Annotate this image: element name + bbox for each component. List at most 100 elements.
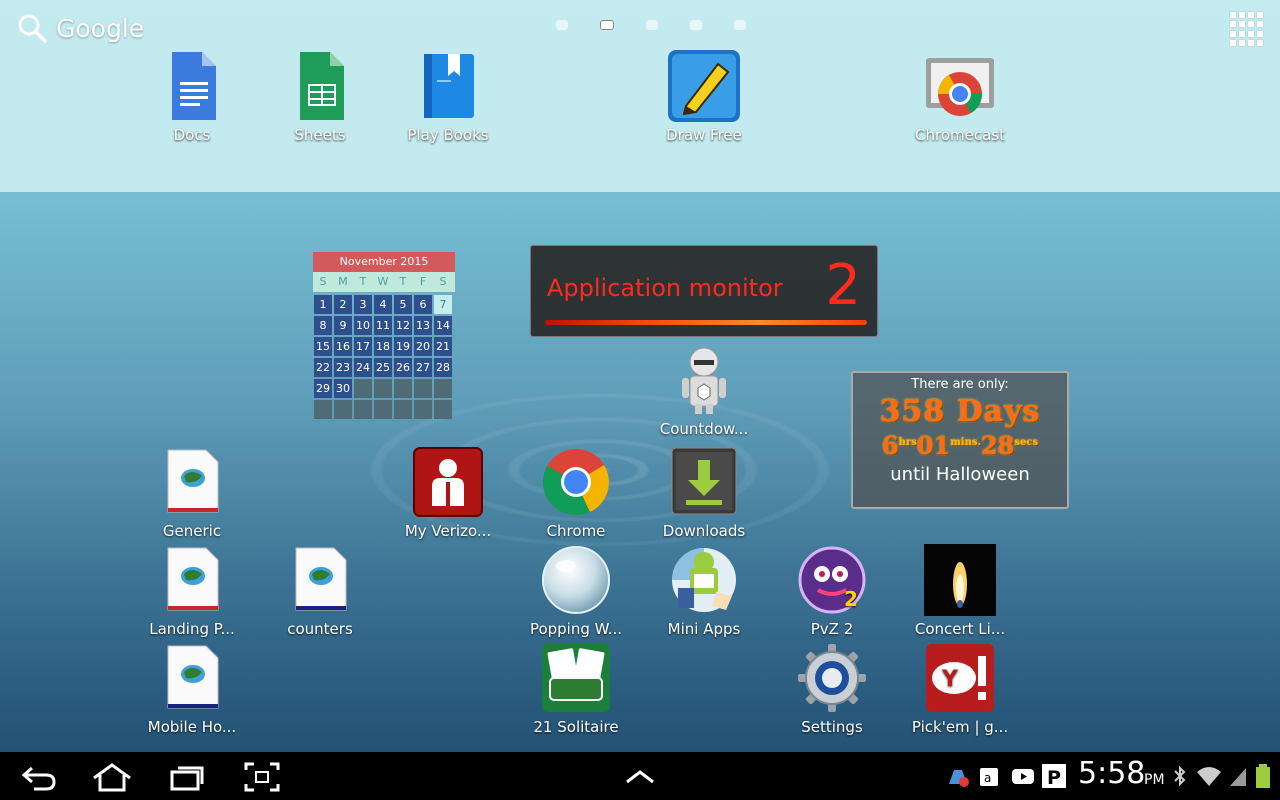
calendar-day[interactable]: 29 [314, 379, 332, 398]
youtube-icon[interactable] [1010, 764, 1036, 788]
calendar-day[interactable]: 21 [434, 337, 452, 356]
countdown-hours-unit: hrs [898, 437, 917, 448]
calendar-day[interactable]: 18 [374, 337, 392, 356]
app-label: Popping W... [529, 620, 623, 638]
app-pickem[interactable]: Y Pick'em | g... [896, 642, 1024, 736]
app-my-verizon[interactable]: My Verizo... [384, 446, 512, 540]
app-label: Concert Li... [914, 620, 1006, 638]
app-chromecast[interactable]: Chromecast [896, 50, 1024, 144]
calendar-day[interactable]: 23 [334, 358, 352, 377]
calendar-day[interactable]: 13 [414, 316, 432, 335]
calendar-day[interactable]: 28 [434, 358, 452, 377]
app-mini-apps[interactable]: Mini Apps [640, 544, 768, 638]
app-landing-page[interactable]: Landing P... [128, 544, 256, 638]
app-label: Settings [801, 718, 863, 736]
calendar-day[interactable]: 19 [394, 337, 412, 356]
application-monitor-widget[interactable]: Application monitor 2 [530, 245, 878, 337]
calendar-day [354, 379, 372, 398]
chevron-up-icon[interactable] [624, 762, 656, 792]
weekday-label: S [319, 275, 327, 288]
calendar-day[interactable]: 20 [414, 337, 432, 356]
countdown-days: 358 Days [879, 394, 1041, 429]
web-shortcut-icon [284, 544, 356, 616]
calendar-day[interactable]: 25 [374, 358, 392, 377]
calendar-day[interactable]: 22 [314, 358, 332, 377]
calendar-day[interactable]: 11 [374, 316, 392, 335]
svg-text:2: 2 [844, 587, 858, 611]
page-dot[interactable] [646, 20, 658, 30]
calendar-day[interactable]: 9 [334, 316, 352, 335]
app-settings[interactable]: Settings [768, 642, 896, 736]
screenshot-icon[interactable] [244, 762, 280, 792]
weekday-label: T [399, 275, 407, 288]
home-icon[interactable] [90, 762, 134, 792]
page-dot[interactable] [690, 20, 702, 30]
calendar-day[interactable]: 4 [374, 295, 392, 314]
calendar-day[interactable]: 7 [434, 295, 452, 314]
app-chrome[interactable]: Chrome [512, 446, 640, 540]
calendar-day[interactable]: 1 [314, 295, 332, 314]
calendar-day[interactable]: 6 [414, 295, 432, 314]
recent-apps-icon[interactable] [168, 762, 206, 792]
bluetooth-icon [1174, 765, 1186, 787]
back-icon[interactable] [20, 762, 58, 792]
calendar-title: November 2015 [313, 252, 455, 272]
search-label: Google [56, 13, 145, 43]
sheets-icon [284, 50, 356, 122]
google-search-bar[interactable]: Google [16, 12, 144, 44]
calendar-day [374, 400, 392, 419]
app-generic[interactable]: Generic [128, 446, 256, 540]
chromecast-icon [924, 50, 996, 122]
app-label: Mobile Ho... [147, 718, 237, 736]
parking-icon[interactable]: P [1042, 764, 1066, 788]
yahoo-icon: Y [924, 642, 996, 714]
app-popping-water[interactable]: Popping W... [512, 544, 640, 638]
app-21-solitaire[interactable]: 21 Solitaire [512, 642, 640, 736]
calendar-day[interactable]: 8 [314, 316, 332, 335]
calendar-day[interactable]: 26 [394, 358, 412, 377]
page-dot-active[interactable] [600, 20, 614, 30]
amazon-icon[interactable]: a [978, 764, 1000, 788]
search-icon [18, 14, 47, 43]
calendar-day[interactable]: 12 [394, 316, 412, 335]
app-downloads[interactable]: Downloads [640, 446, 768, 540]
page-dot[interactable] [734, 20, 746, 30]
calendar-day[interactable]: 27 [414, 358, 432, 377]
app-draw-free[interactable]: Draw Free [640, 50, 768, 144]
calendar-day[interactable]: 5 [394, 295, 412, 314]
app-play-books[interactable]: Play Books [384, 50, 512, 144]
status-clock: 5:58 [1078, 756, 1146, 791]
calendar-day[interactable]: 17 [354, 337, 372, 356]
app-concert-lighter[interactable]: Concert Li... [896, 544, 1024, 638]
calendar-day [374, 379, 392, 398]
app-update-icon[interactable] [946, 764, 970, 788]
calendar-day[interactable]: 16 [334, 337, 352, 356]
app-sheets[interactable]: Sheets [256, 50, 384, 144]
calendar-day[interactable]: 14 [434, 316, 452, 335]
calendar-day[interactable]: 30 [334, 379, 352, 398]
calendar-widget[interactable]: November 2015 S M T W T F S 1 2 3 4 5 6 7 8 9 10 1… [313, 252, 455, 420]
app-drawer-icon[interactable] [1230, 12, 1266, 46]
calendar-day[interactable]: 2 [334, 295, 352, 314]
calendar-day[interactable]: 15 [314, 337, 332, 356]
halloween-countdown-widget[interactable]: There are only: 358 Days 6hrs01mins.28se… [851, 371, 1069, 509]
gear-icon [796, 642, 868, 714]
page-dot[interactable] [556, 20, 568, 30]
my-verizon-icon [412, 446, 484, 518]
app-countdown[interactable]: Countdow... [640, 344, 768, 438]
app-pvz2[interactable]: 2 PvZ 2 [768, 544, 896, 638]
app-mobile-home[interactable]: Mobile Ho... [128, 642, 256, 736]
app-counters[interactable]: counters [256, 544, 384, 638]
weekday-label: F [419, 275, 427, 288]
weekday-label: W [377, 275, 389, 288]
calendar-day[interactable]: 3 [354, 295, 372, 314]
countdown-hours: 6 [881, 431, 899, 460]
calendar-day[interactable]: 24 [354, 358, 372, 377]
wifi-icon [1197, 767, 1221, 786]
app-docs[interactable]: Docs [128, 50, 256, 144]
calendar-day [394, 400, 412, 419]
app-label: My Verizo... [404, 522, 492, 540]
app-label: Countdow... [659, 420, 749, 438]
weekday-label: T [359, 275, 367, 288]
calendar-day[interactable]: 10 [354, 316, 372, 335]
